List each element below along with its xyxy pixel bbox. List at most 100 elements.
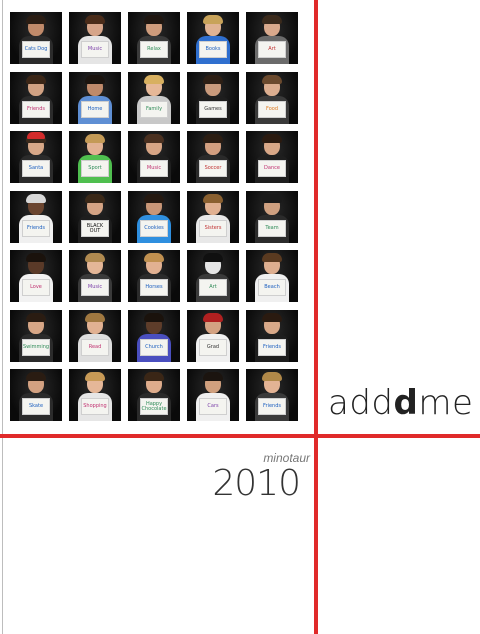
portrait-photo: Home bbox=[69, 72, 121, 124]
held-sign: Relax bbox=[140, 41, 168, 58]
student-hair bbox=[262, 313, 282, 322]
portrait-photo: Art bbox=[187, 250, 239, 302]
held-sign: Music bbox=[140, 160, 168, 177]
held-sign: Cookies bbox=[140, 220, 168, 237]
held-sign: Cars bbox=[199, 398, 227, 415]
portrait-photo: Friends bbox=[10, 191, 62, 243]
book-year: 2010 bbox=[212, 463, 301, 504]
student-hair bbox=[203, 313, 223, 322]
held-sign: Skate bbox=[22, 398, 50, 415]
title-part-me: me bbox=[418, 383, 474, 423]
portrait-photo: Skate bbox=[10, 369, 62, 421]
held-sign: Swimming bbox=[22, 339, 50, 356]
held-sign: Friends bbox=[22, 101, 50, 118]
portrait-photo: Church bbox=[128, 310, 180, 362]
portrait-photo: Friends bbox=[246, 369, 298, 421]
portrait-photo: BLACK OUT bbox=[69, 191, 121, 243]
student-hair bbox=[26, 75, 46, 84]
student-hair bbox=[262, 15, 282, 24]
student-hair bbox=[144, 194, 164, 203]
held-sign: Sport bbox=[81, 160, 109, 177]
portrait-photo: Friends bbox=[246, 310, 298, 362]
held-sign: Cats Dog bbox=[22, 41, 50, 58]
student-hair bbox=[203, 75, 223, 84]
portrait-photo: Shopping bbox=[69, 369, 121, 421]
red-horizontal-line bbox=[0, 434, 480, 438]
student-hair bbox=[144, 253, 164, 262]
student-hair bbox=[85, 15, 105, 24]
student-hair bbox=[26, 372, 46, 381]
student-hair bbox=[85, 313, 105, 322]
held-sign: BLACK OUT bbox=[81, 220, 109, 237]
held-sign: Grad bbox=[199, 339, 227, 356]
portrait-photo: Team bbox=[246, 191, 298, 243]
held-sign: Friends bbox=[258, 398, 286, 415]
student-hair bbox=[26, 15, 46, 24]
portrait-photo: Beach bbox=[246, 250, 298, 302]
portrait-photo: Grad bbox=[187, 310, 239, 362]
held-sign: Santa bbox=[22, 160, 50, 177]
portrait-photo: Music bbox=[128, 131, 180, 183]
held-sign: Food bbox=[258, 101, 286, 118]
held-sign: Sisters bbox=[199, 220, 227, 237]
portrait-photo: Swimming bbox=[10, 310, 62, 362]
held-sign: Dance bbox=[258, 160, 286, 177]
portrait-photo: Santa bbox=[10, 131, 62, 183]
student-hair bbox=[262, 253, 282, 262]
portrait-photo: Cats Dog bbox=[10, 12, 62, 64]
student-hair bbox=[85, 194, 105, 203]
student-hair bbox=[26, 194, 46, 203]
held-sign: Art bbox=[199, 279, 227, 296]
student-hair bbox=[262, 194, 282, 203]
student-hair bbox=[85, 372, 105, 381]
title-part-add: add bbox=[328, 383, 394, 423]
portrait-photo: Read bbox=[69, 310, 121, 362]
held-sign: Family bbox=[140, 101, 168, 118]
held-sign: Art bbox=[258, 41, 286, 58]
portrait-photo: Sport bbox=[69, 131, 121, 183]
student-hair bbox=[203, 194, 223, 203]
portrait-photo: Music bbox=[69, 250, 121, 302]
student-hair bbox=[203, 372, 223, 381]
portrait-photo: Food bbox=[246, 72, 298, 124]
held-sign: Friends bbox=[22, 220, 50, 237]
portrait-photo: Love bbox=[10, 250, 62, 302]
portrait-photo: Cookies bbox=[128, 191, 180, 243]
held-sign: Read bbox=[81, 339, 109, 356]
student-hair bbox=[26, 313, 46, 322]
santa-hat bbox=[27, 132, 45, 139]
portrait-photo: Games bbox=[187, 72, 239, 124]
student-hair bbox=[144, 372, 164, 381]
portrait-photo: Family bbox=[128, 72, 180, 124]
portrait-photo: Dance bbox=[246, 131, 298, 183]
student-hair bbox=[262, 75, 282, 84]
student-hair bbox=[26, 253, 46, 262]
portrait-photo: Art bbox=[246, 12, 298, 64]
held-sign: Shopping bbox=[81, 398, 109, 415]
yearbook-cover: Cats Dog Music Relax Books Art Friends Home Fam… bbox=[0, 0, 480, 634]
title-part-d: d bbox=[393, 383, 419, 423]
portrait-photo: Sisters bbox=[187, 191, 239, 243]
portrait-photo: Cars bbox=[187, 369, 239, 421]
held-sign: Horses bbox=[140, 279, 168, 296]
portrait-photo: Relax bbox=[128, 12, 180, 64]
held-sign: Beach bbox=[258, 279, 286, 296]
held-sign: Happy Chocolate bbox=[140, 398, 168, 415]
page-edge bbox=[2, 0, 3, 634]
portrait-photo: Happy Chocolate bbox=[128, 369, 180, 421]
student-hair bbox=[144, 15, 164, 24]
held-sign: Home bbox=[81, 101, 109, 118]
student-hair bbox=[85, 75, 105, 84]
student-hair bbox=[262, 372, 282, 381]
held-sign: Music bbox=[81, 41, 109, 58]
portrait-photo: Music bbox=[69, 12, 121, 64]
red-vertical-line bbox=[314, 0, 318, 634]
held-sign: Music bbox=[81, 279, 109, 296]
student-hair bbox=[203, 134, 223, 143]
portrait-photo: Horses bbox=[128, 250, 180, 302]
held-sign: Love bbox=[22, 279, 50, 296]
held-sign: Church bbox=[140, 339, 168, 356]
portrait-photo: Soccer bbox=[187, 131, 239, 183]
held-sign: Games bbox=[199, 101, 227, 118]
portrait-photo: Friends bbox=[10, 72, 62, 124]
